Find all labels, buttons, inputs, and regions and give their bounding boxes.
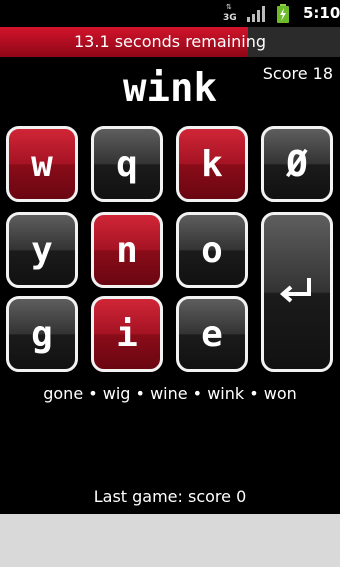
clear-tile[interactable]: Ø [261,126,333,202]
signal-icon [247,6,267,22]
network-icon: ⇅ 3G [223,3,237,24]
clock: 5:10 [303,4,340,22]
letter-tile-w[interactable]: w [6,126,78,202]
network-type-label: 3G [223,13,237,23]
letter-tile-g[interactable]: g [6,296,78,372]
letter-tile-o[interactable]: o [176,212,248,288]
letter-tile-k[interactable]: k [176,126,248,202]
current-word: wink [123,66,217,111]
letter-tile-q[interactable]: q [91,126,163,202]
letter-tile-y[interactable]: y [6,212,78,288]
timer-bar: 13.1 seconds remaining [0,27,340,57]
letter-tile-e[interactable]: e [176,296,248,372]
timer-text: 13.1 seconds remaining [74,32,266,51]
return-arrow-icon [279,278,311,303]
last-game-score: Last game: score 0 [93,487,247,506]
status-bar: ⇅ 3G 5:10 [0,0,340,27]
battery-charging-icon [276,4,290,23]
enter-tile[interactable] [261,212,333,372]
found-words-list: gone • wig • wine • wink • won [43,384,297,403]
letter-tile-i[interactable]: i [91,296,163,372]
letter-tile-n[interactable]: n [91,212,163,288]
bottom-panel [0,514,340,567]
